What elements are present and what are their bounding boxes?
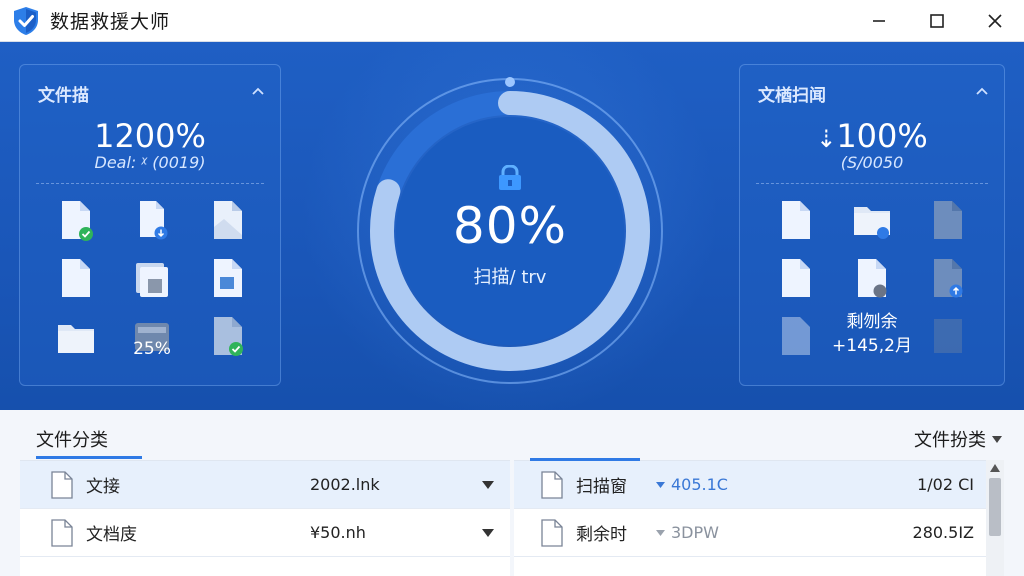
list-item[interactable]: 文接 2002.lnk xyxy=(20,461,510,509)
document-upload-icon xyxy=(934,259,963,298)
file-name: 文档庋 xyxy=(86,525,137,545)
file-tile[interactable] xyxy=(834,199,910,257)
folder-icon xyxy=(58,325,94,353)
file-tile[interactable] xyxy=(38,257,114,315)
file-name: 文接 xyxy=(86,477,120,497)
document-icon xyxy=(934,201,962,239)
image-file-icon xyxy=(214,259,242,297)
close-button[interactable] xyxy=(966,0,1024,42)
file-detail: 405.1C xyxy=(656,475,728,494)
remaining-label: 剩刎余 xyxy=(846,312,898,332)
file-tile[interactable] xyxy=(758,257,834,315)
scrollbar-thumb[interactable] xyxy=(989,478,1001,536)
document-icon xyxy=(541,471,563,499)
list-item[interactable]: 文档庋 ¥50.nh xyxy=(20,509,510,557)
panel-subtitle: Deal: ᵡ (0019) xyxy=(94,153,206,172)
close-icon xyxy=(988,14,1002,28)
folder-shared-icon xyxy=(854,207,890,239)
window-controls xyxy=(850,0,1024,42)
caret-down-icon xyxy=(656,481,665,488)
list-item[interactable]: 扫描窗 405.1C 1/02 CI xyxy=(514,461,986,509)
document-check-icon xyxy=(62,201,93,241)
file-value: 280.5IZ xyxy=(912,523,974,542)
file-tile[interactable] xyxy=(190,315,266,373)
panel-percentage: 1200% xyxy=(94,117,206,155)
panel-subtitle: (S/0050 xyxy=(840,153,904,172)
file-scan-panel: 文件描 1200% Deal: ᵡ (0019) 25% xyxy=(19,64,281,386)
scan-status-label: 扫描/ trv xyxy=(473,267,547,288)
file-tile[interactable] xyxy=(114,199,190,257)
file-tile[interactable] xyxy=(190,257,266,315)
sort-label: 文件扮类 xyxy=(914,430,986,451)
list-item[interactable]: 剩余时 3DPW 280.5IZ xyxy=(514,509,986,557)
panel-divider xyxy=(36,183,264,184)
ring-center: 80% 扫描/ trv xyxy=(355,76,665,386)
file-icon-grid: 25% xyxy=(38,199,266,373)
file-size: 2002.lnk xyxy=(310,475,380,494)
document-icon xyxy=(62,259,90,297)
file-tile[interactable] xyxy=(114,257,190,315)
progress-overlay: 25% xyxy=(133,339,171,359)
file-recovery-panel: 文楢扫闻 ⇣100% (S/0050 剩刎余 +145,2月 xyxy=(739,64,1005,386)
file-tile[interactable] xyxy=(190,199,266,257)
active-column-indicator xyxy=(530,458,640,461)
file-tile[interactable] xyxy=(910,257,986,315)
file-name: 扫描窗 xyxy=(576,477,627,497)
document-icon xyxy=(934,319,962,353)
file-size: ¥50.nh xyxy=(310,523,366,542)
window-title: 数据救援大师 xyxy=(50,11,171,33)
document-icon xyxy=(51,519,73,547)
document-lock-icon xyxy=(858,259,887,298)
lock-icon xyxy=(499,165,521,190)
document-icon xyxy=(782,317,810,355)
file-tile[interactable] xyxy=(38,315,114,373)
document-check-icon xyxy=(214,317,243,356)
caret-down-icon xyxy=(656,529,665,536)
file-name: 剩余时 xyxy=(576,525,627,545)
chevron-up-icon[interactable] xyxy=(250,83,266,99)
document-icon xyxy=(214,201,242,239)
file-detail: 3DPW xyxy=(656,523,719,542)
maximize-button[interactable] xyxy=(908,0,966,42)
panel-title: 文件描 xyxy=(38,86,89,106)
document-icon xyxy=(541,519,563,547)
chevron-up-icon[interactable] xyxy=(974,83,990,99)
file-tile[interactable] xyxy=(38,199,114,257)
scan-progress-ring: 80% 扫描/ trv xyxy=(355,76,665,386)
title-bar: 数据救援大师 xyxy=(0,0,1024,42)
remaining-info: 剩刎余 +145,2月 xyxy=(812,310,932,358)
file-tile[interactable]: 25% xyxy=(114,315,190,373)
tab-file-category[interactable]: 文件分类 xyxy=(36,426,108,452)
file-value: 1/02 CI xyxy=(917,475,974,494)
chevron-down-icon[interactable] xyxy=(482,481,494,489)
panel-divider xyxy=(756,183,988,184)
minimize-icon xyxy=(873,20,885,22)
chevron-down-icon xyxy=(992,435,1002,443)
minimize-button[interactable] xyxy=(850,0,908,42)
active-tab-indicator xyxy=(36,456,142,459)
file-category-section: 文件分类 文件扮类 文接 2002.lnk 文档庋 ¥50.nh 扫描窗 405… xyxy=(0,410,1024,576)
download-arrow-icon: ⇣ xyxy=(816,125,837,153)
maximize-icon xyxy=(930,14,944,28)
shield-check-icon xyxy=(14,6,38,35)
panel-title: 文楢扫闻 xyxy=(758,86,826,106)
remaining-value: +145,2月 xyxy=(832,336,912,356)
panel-percentage: ⇣100% xyxy=(816,117,928,155)
document-icon xyxy=(782,259,810,297)
scroll-up-arrow-icon[interactable] xyxy=(990,464,1000,472)
file-list-left: 文接 2002.lnk 文档庋 ¥50.nh xyxy=(20,460,510,576)
document-download-icon xyxy=(140,201,168,240)
file-list-right: 扫描窗 405.1C 1/02 CI 剩余时 3DPW 280.5IZ xyxy=(514,460,986,576)
scan-percentage: 80% xyxy=(452,197,568,255)
sort-dropdown[interactable]: 文件扮类 xyxy=(914,426,1002,452)
file-tile[interactable] xyxy=(834,257,910,315)
file-stack-icon xyxy=(136,263,168,297)
file-tile[interactable] xyxy=(758,199,834,257)
file-tile[interactable] xyxy=(910,199,986,257)
chevron-down-icon[interactable] xyxy=(482,529,494,537)
vertical-scrollbar[interactable] xyxy=(986,460,1004,576)
scan-dashboard: 文件描 1200% Deal: ᵡ (0019) 25% 80% 扫描/ trv… xyxy=(0,42,1024,410)
document-icon xyxy=(51,471,73,499)
document-icon xyxy=(782,201,810,239)
